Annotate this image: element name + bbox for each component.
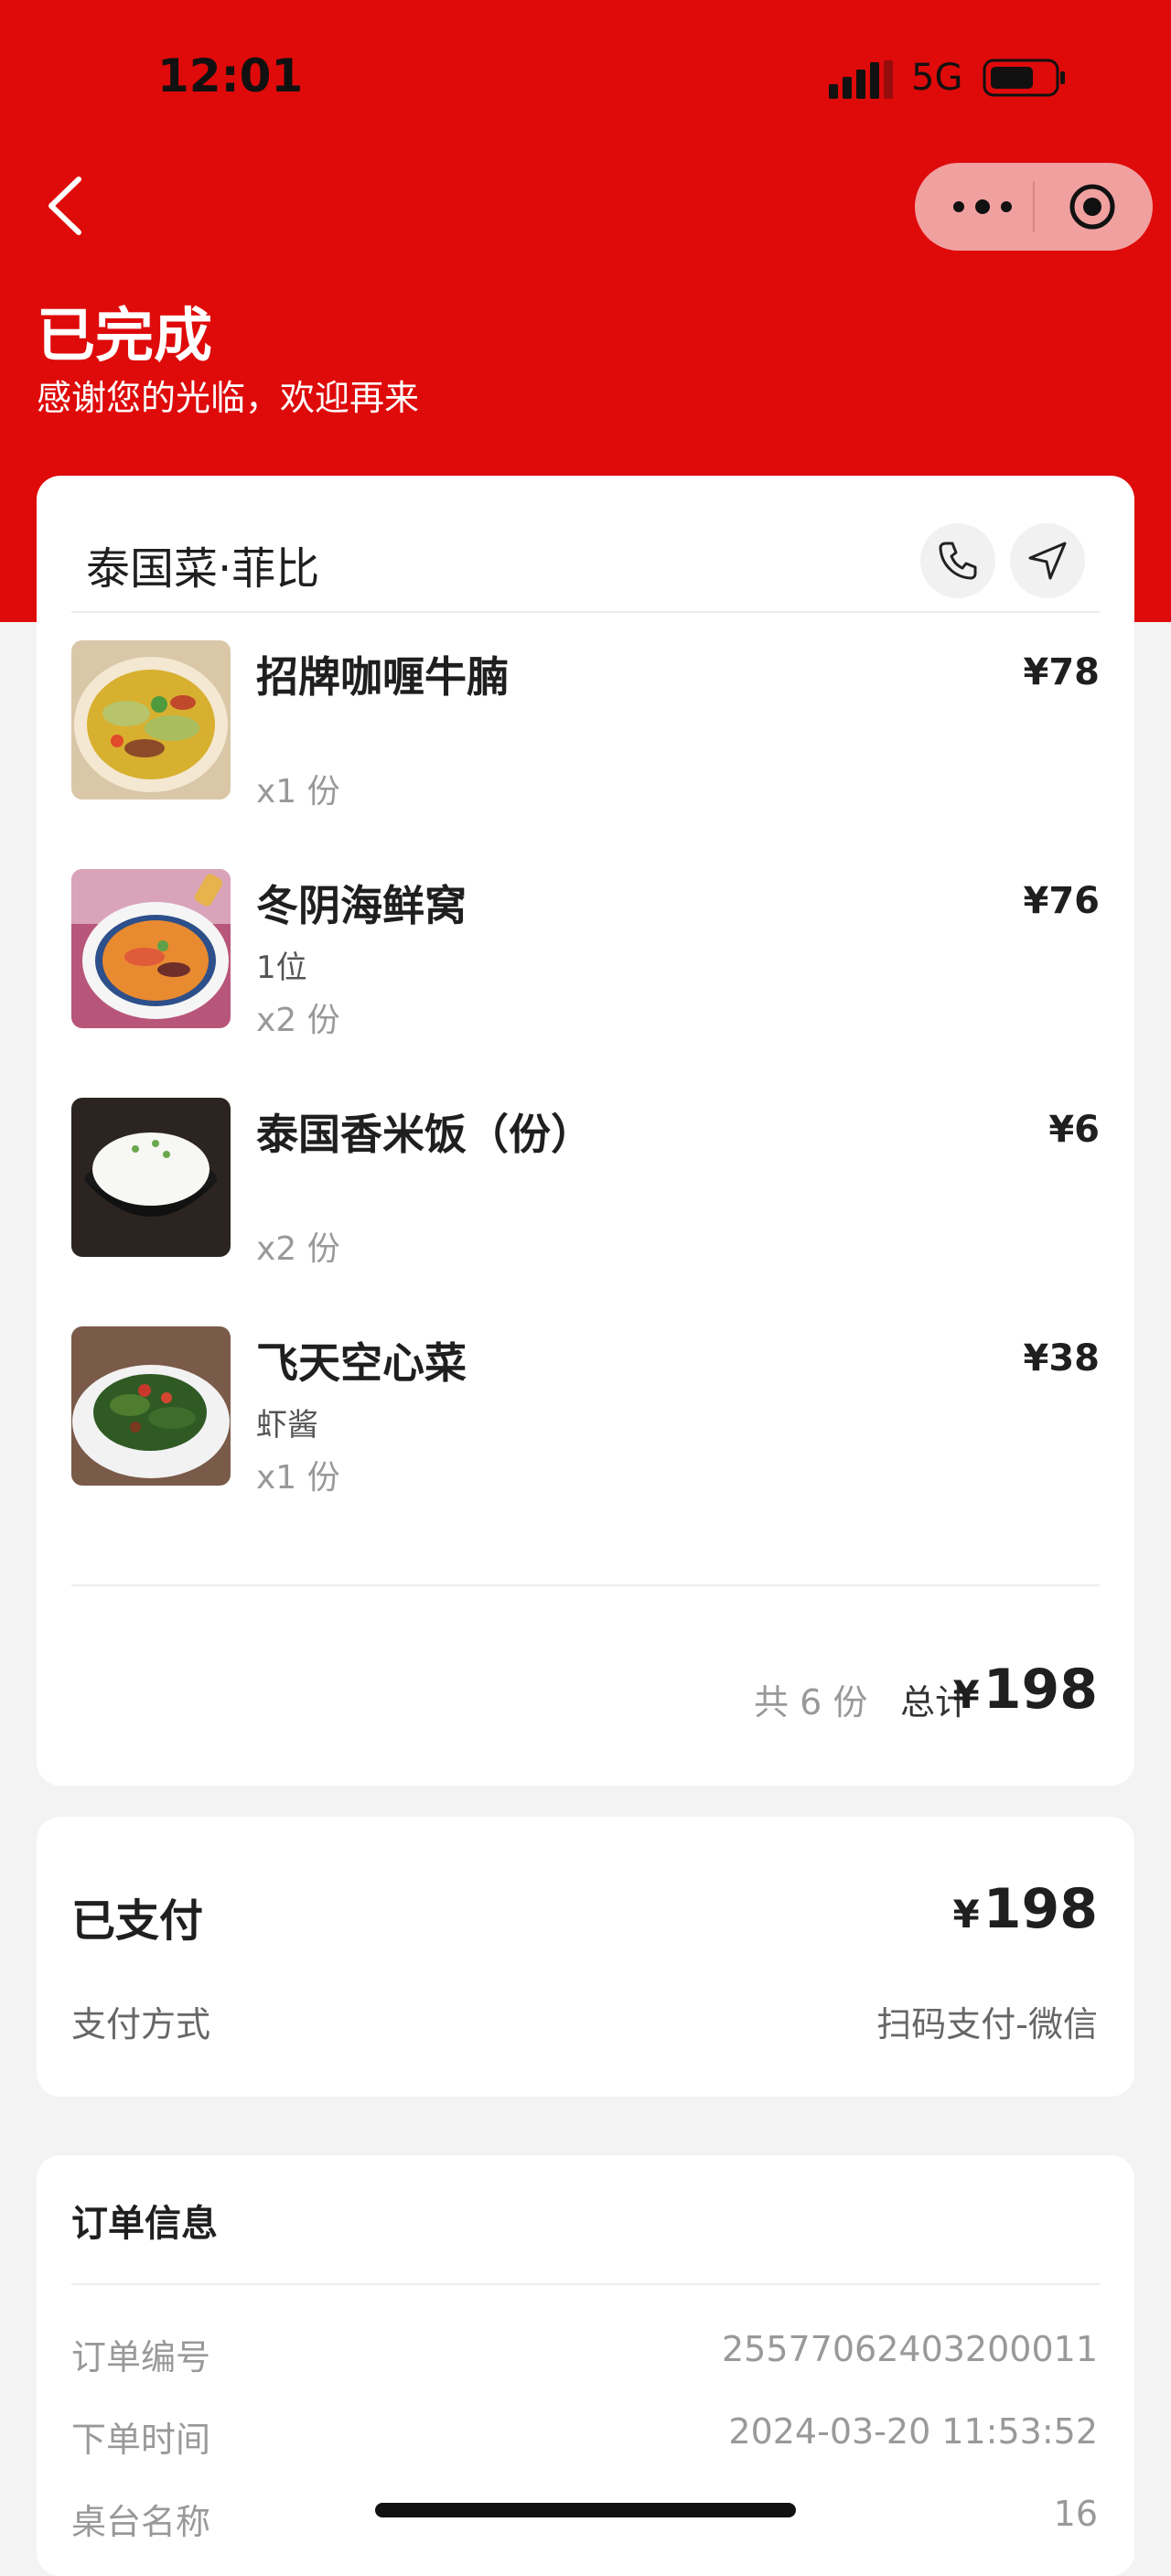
payment-card: 已支付 ¥198 支付方式 扫码支付-微信 [37,1817,1134,2097]
total-value: 198 [983,1658,1098,1722]
signal-icon [829,60,893,99]
order-status-subtitle: 感谢您的光临，欢迎再来 [37,378,420,418]
dish-quantity: x2 份 [256,1230,340,1268]
dish-name: 飞天空心菜 [256,1338,467,1388]
order-number-value[interactable]: 25577062403200011 [722,2329,1098,2369]
dish-name: 泰国香米饭（份） [256,1110,593,1159]
phone-icon [939,542,977,580]
table-name-value: 16 [1053,2494,1098,2534]
currency-symbol: ¥ [952,1892,980,1937]
dish-image-curry-beef [71,640,231,800]
dish-price: ¥6 [1048,1109,1100,1151]
network-type: 5G [911,57,963,99]
dish-name: 冬阴海鲜窝 [256,881,467,930]
dish-spec: 虾酱 [256,1407,318,1444]
payment-method-label: 支付方式 [71,2004,211,2045]
more-icon[interactable] [948,190,1017,223]
dish-quantity: x1 份 [256,1459,340,1497]
dish-image-tom-yum [71,869,231,1028]
dish-image-water-spinach [71,1326,231,1486]
battery-icon [983,59,1065,97]
dish-price: ¥38 [1023,1337,1101,1379]
status-bar-time: 12:01 [157,49,304,102]
total-amount: ¥198 [953,1658,1098,1722]
navigate-icon [1028,542,1067,580]
order-status-title: 已完成 [37,303,212,370]
home-indicator[interactable] [375,2503,796,2517]
dish-spec: 1位 [256,950,307,986]
paid-label: 已支付 [71,1895,204,1947]
item-count: 共 6 份 [754,1682,868,1723]
order-item[interactable]: 冬阴海鲜窝 ¥76 1位 x2 份 [71,869,1101,1039]
payment-method-value: 扫码支付-微信 [876,2004,1098,2045]
navigate-button[interactable] [1010,523,1085,598]
paid-amount: ¥198 [953,1877,1098,1941]
back-arrow-icon[interactable] [42,174,88,238]
call-shop-button[interactable] [920,523,995,598]
order-time-value: 2024-03-20 11:53:52 [728,2411,1098,2452]
order-item[interactable]: 泰国香米饭（份） ¥6 x2 份 [71,1098,1100,1268]
shop-name[interactable]: 泰国菜·菲比 [86,532,319,596]
order-info-title: 订单信息 [71,2203,218,2245]
dish-name: 招牌咖喱牛腩 [256,652,509,702]
dish-quantity: x2 份 [256,1002,340,1039]
dish-price: ¥78 [1023,651,1101,693]
order-time-label: 下单时间 [71,2420,211,2460]
close-miniprogram-icon[interactable] [1067,181,1118,232]
currency-symbol: ¥ [952,1672,980,1717]
table-name-label: 桌台名称 [71,2502,211,2542]
shop-divider [71,611,1100,613]
miniprogram-capsule [915,163,1153,251]
capsule-divider [1033,181,1035,232]
order-info-divider [71,2283,1100,2285]
order-item[interactable]: 飞天空心菜 ¥38 虾酱 x1 份 [71,1326,1101,1497]
order-number-label: 订单编号 [71,2337,211,2377]
dish-quantity: x1 份 [256,773,340,810]
order-item[interactable]: 招牌咖喱牛腩 ¥78 x1 份 [71,640,1101,810]
summary-divider [71,1584,1100,1586]
order-items-card: 泰国菜·菲比 招牌咖喱牛腩 ¥78 x1 份 冬阴海鲜窝 ¥76 1位 x2 份… [37,476,1134,1786]
dish-price: ¥76 [1023,880,1101,922]
paid-value: 198 [983,1877,1098,1941]
dish-image-jasmine-rice [71,1098,231,1257]
